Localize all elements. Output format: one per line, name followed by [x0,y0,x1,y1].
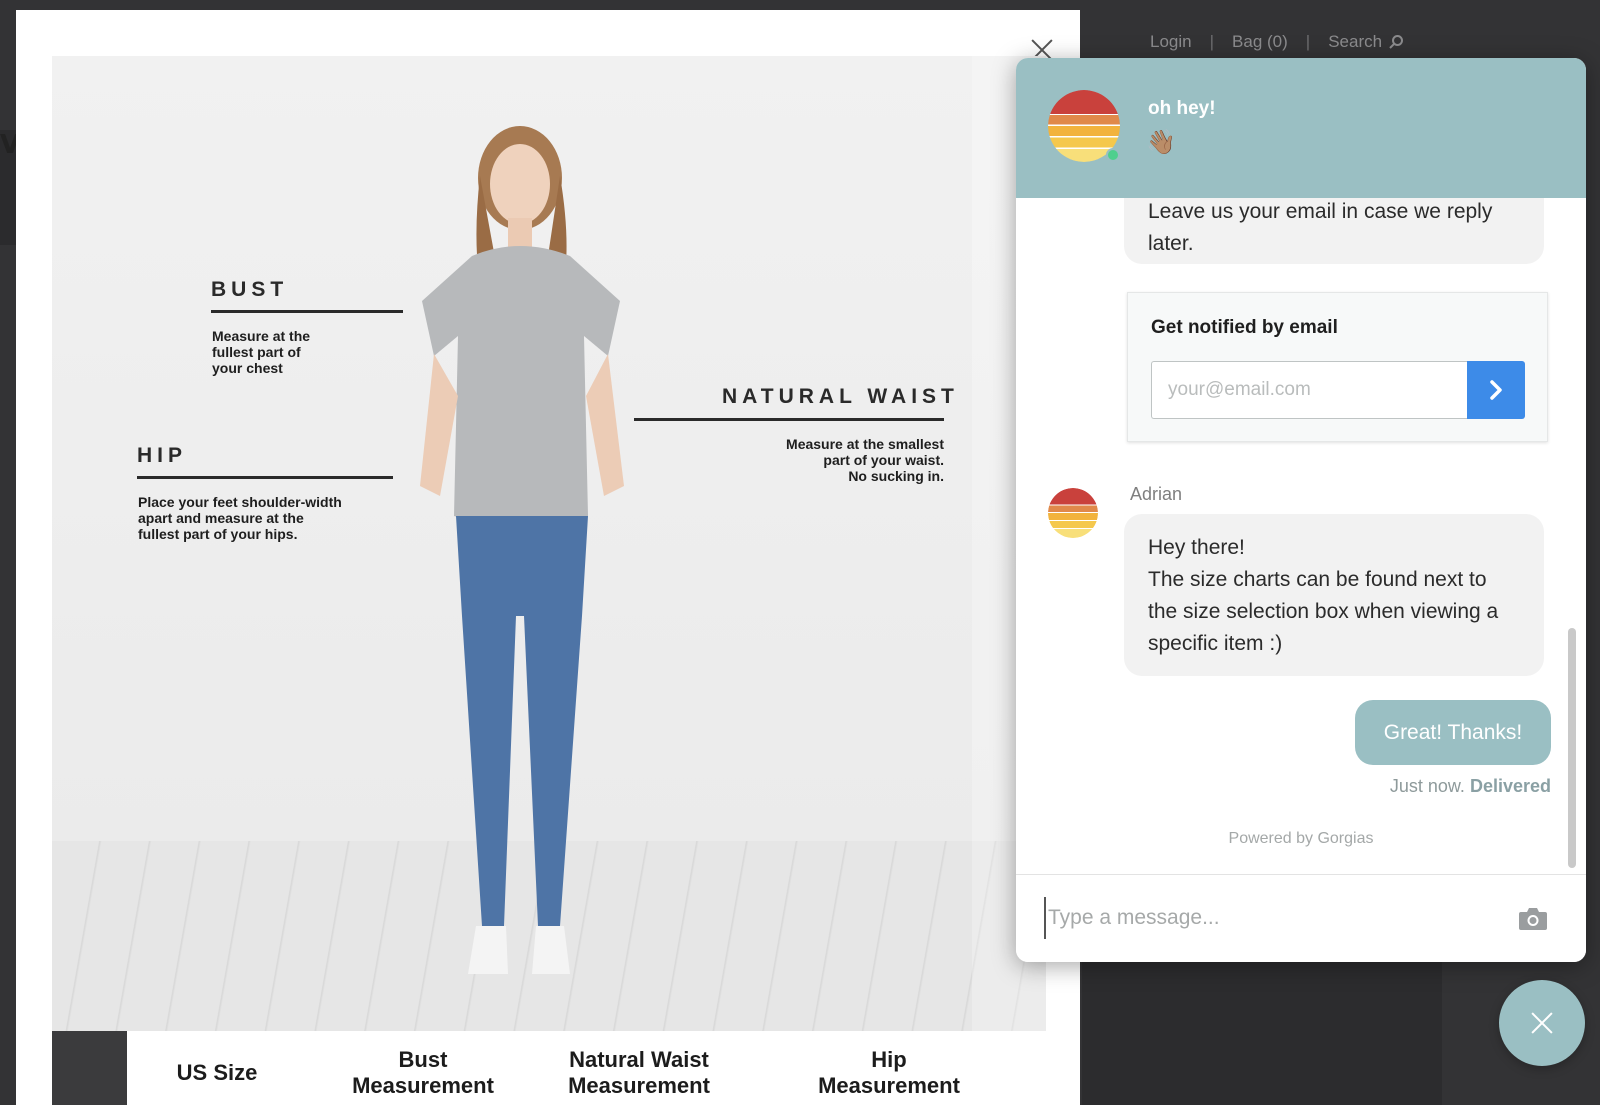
column-natural-waist: Natural Waist Measurement [568,1047,710,1098]
wave-icon: 👋🏽 [1146,128,1176,156]
message-input[interactable] [1044,897,1494,939]
waist-description: Measure at the smallest part of your wai… [786,436,944,484]
column-us-size: US Size [176,1060,258,1085]
online-status-dot [1106,148,1120,162]
chat-widget: oh hey! 👋🏽 Leave us your email in case w… [1016,58,1586,962]
chat-header: oh hey! 👋🏽 [1016,58,1586,198]
email-submit-button[interactable] [1467,361,1525,419]
user-message-bubble: Great! Thanks! [1355,700,1551,765]
message-composer [1016,874,1586,962]
notify-title: Get notified by email [1151,317,1338,338]
bust-label: BUST [211,278,289,301]
chat-messages[interactable]: Leave us your email in case we reply lat… [1016,178,1586,872]
chat-launcher-close-button[interactable] [1499,980,1585,1066]
search-label: Search [1328,32,1383,51]
sunset-logo-icon [1048,488,1098,538]
bust-line [211,310,403,313]
agent-message-bubble: Hey there! The size charts can be found … [1124,514,1544,676]
bag-link[interactable]: Bag (0) [1232,32,1288,52]
table-header-swatch [52,1031,127,1105]
model-figure [420,126,624,974]
hip-line [137,476,393,479]
powered-by[interactable]: Powered by Gorgias [1016,830,1586,848]
size-guide-photo: BUST Measure at the fullest part of your… [52,56,1046,1031]
search-link[interactable]: Search [1328,32,1404,52]
chat-scrollbar[interactable] [1568,208,1576,868]
message-status: Just now. Delivered [1390,776,1551,797]
scrollbar-thumb[interactable] [1568,628,1576,868]
site-nav: Login | Bag (0) | Search [1150,32,1404,52]
agent-name: Adrian [1130,484,1183,504]
hip-label: HIP [137,444,188,467]
nav-separator: | [1305,32,1311,51]
hip-description: Place your feet shoulder-width apart and… [138,494,342,542]
search-icon [1389,35,1404,49]
agent-avatar [1048,488,1098,538]
waist-label: NATURAL WAIST [722,385,959,408]
column-bust: Bust Measurement [352,1047,494,1098]
camera-icon[interactable] [1518,905,1548,931]
login-link[interactable]: Login [1150,32,1192,52]
nav-separator: | [1209,32,1215,51]
status-delivered: Delivered [1469,776,1551,796]
size-table-header: US Size Bust Measurement Natural Waist M… [52,1031,1080,1105]
status-time: Just now. [1389,776,1465,796]
chevron-right-icon [1490,380,1502,400]
email-field[interactable] [1151,361,1467,419]
email-notify-card: Get notified by email [1127,292,1548,442]
chat-greeting: oh hey! [1148,98,1216,119]
size-chart-modal: BUST Measure at the fullest part of your… [16,10,1080,1105]
bust-description: Measure at the fullest part of your ches… [212,328,311,376]
site-footer-panel [1082,960,1442,1105]
column-hip: Hip Measurement [818,1047,960,1098]
waist-line [634,418,944,421]
